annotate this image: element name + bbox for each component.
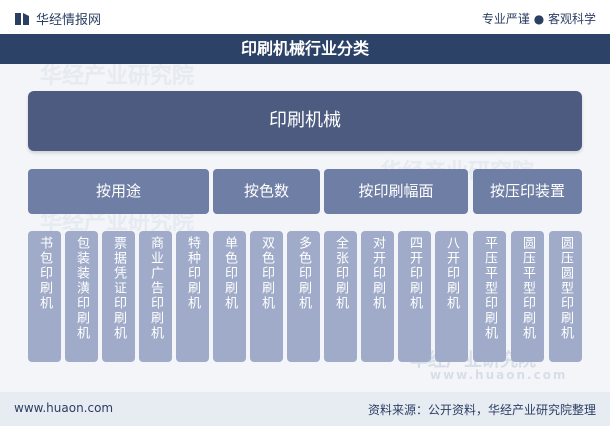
leaf-node: 对开印刷机: [361, 231, 394, 362]
category-node-format: 按印刷幅面: [324, 169, 468, 214]
leaf-node: 四开印刷机: [398, 231, 431, 362]
slogan: 专业严谨 ● 客观科学: [481, 12, 596, 26]
leaf-label: 对开印刷机: [370, 236, 385, 311]
leaf-node: 书包印刷机: [28, 231, 61, 362]
page-title: 印刷机械行业分类: [240, 39, 369, 58]
leaf-node: 包装装潢印刷机: [65, 231, 98, 362]
leaf-label: 圆压圆型印刷机: [558, 236, 573, 341]
watermark-text: 华经产业研究院: [40, 64, 195, 89]
leaf-label: 双色印刷机: [259, 236, 274, 311]
leaf-node: 票据凭证印刷机: [102, 231, 135, 362]
leaf-label: 八开印刷机: [444, 236, 459, 311]
leaf-node: 单色印刷机: [213, 231, 246, 362]
leaf-label: 特种印刷机: [185, 236, 200, 311]
category-node-impression: 按压印装置: [473, 169, 582, 214]
header-bar: 华经情报网 专业严谨 ● 客观科学: [0, 0, 610, 34]
leaf-label: 全张印刷机: [333, 236, 348, 311]
leaf-node: 全张印刷机: [324, 231, 357, 362]
root-node: 印刷机械: [28, 91, 582, 151]
leaf-label: 票据凭证印刷机: [111, 236, 126, 341]
leaf-label: 商业广告印刷机: [148, 236, 163, 341]
leaf-node: 特种印刷机: [176, 231, 209, 362]
category-label: 按压印装置: [489, 182, 565, 200]
footer-bar: www.huaon.com 资料来源：公开资料，华经产业研究院整理: [0, 392, 610, 426]
leaf-label: 圆压平型印刷机: [520, 236, 535, 341]
leaf-label: 四开印刷机: [407, 236, 422, 311]
leaf-node: 双色印刷机: [250, 231, 283, 362]
footer-source: 资料来源：公开资料，华经产业研究院整理: [367, 403, 596, 417]
diagram-canvas: 华经产业研究院 华经产业研究院 华经产业研究院 华经产业研究院 www.huao…: [0, 64, 610, 392]
footer-site-link[interactable]: www.huaon.com: [14, 401, 113, 415]
root-node-label: 印刷机械: [269, 110, 341, 131]
title-bar: 印刷机械行业分类: [0, 34, 610, 64]
category-label: 按色数: [243, 182, 289, 200]
leaf-label: 多色印刷机: [296, 236, 311, 311]
leaf-label: 包装装潢印刷机: [74, 236, 89, 341]
leaf-node: 八开印刷机: [435, 231, 468, 362]
leaf-label: 单色印刷机: [222, 236, 237, 311]
brand-logo-icon: [15, 12, 29, 25]
leaf-node: 圆压圆型印刷机: [549, 231, 582, 362]
brand[interactable]: 华经情报网: [14, 9, 101, 28]
category-node-colors: 按色数: [213, 169, 320, 214]
category-label: 按用途: [95, 182, 141, 200]
category-node-usage: 按用途: [28, 169, 209, 214]
brand-name: 华经情报网: [36, 13, 102, 28]
leaf-label: 书包印刷机: [37, 236, 52, 311]
category-label: 按印刷幅面: [358, 182, 434, 200]
leaf-node: 平压平型印刷机: [473, 231, 506, 362]
watermark-url: www.huaon.com: [430, 368, 568, 382]
leaf-node: 商业广告印刷机: [139, 231, 172, 362]
leaf-node: 多色印刷机: [287, 231, 320, 362]
leaf-label: 平压平型印刷机: [482, 236, 497, 341]
leaf-node: 圆压平型印刷机: [511, 231, 544, 362]
